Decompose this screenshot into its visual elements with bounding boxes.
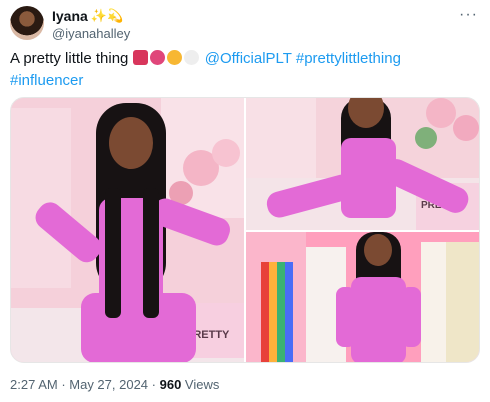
mention-link[interactable]: @OfficialPLT [205, 50, 292, 67]
ribbon-icon [149, 50, 165, 65]
sparkle-icon: ✨💫 [90, 8, 124, 23]
tweet-body: A pretty little thing [10, 50, 129, 67]
footer-separator: · [148, 377, 160, 392]
photo-woman-standing-pink-closet-icon [246, 232, 479, 362]
author-display-name[interactable]: Iyana [52, 8, 88, 24]
hashtag-link[interactable]: #prettylittlething [296, 50, 401, 67]
tweet-time[interactable]: 2:27 AM [10, 377, 58, 392]
photo-woman-closeup-pink-outfit-icon: PRETT [246, 98, 479, 230]
white-heart-icon [183, 50, 199, 65]
photo-woman-seated-pink-outfit-icon: PRETTY [11, 98, 244, 362]
views-label: Views [181, 377, 220, 392]
more-options-icon[interactable]: ··· [459, 6, 478, 24]
tweet-footer: 2:27 AM · May 27, 2024 · 960 Views [10, 377, 219, 392]
media-image-1[interactable]: PRETTY [11, 98, 244, 362]
smiling-face-with-hearts-icon [166, 50, 182, 65]
hashtag-link[interactable]: #influencer [10, 72, 83, 89]
footer-separator: · [57, 377, 70, 392]
views-count: 960 [159, 377, 182, 392]
tweet-text: A pretty little thing @OfficialPLT #pret… [10, 48, 475, 92]
tweet-date[interactable]: May 27, 2024 [69, 377, 148, 392]
shopping-bags-icon [132, 50, 148, 65]
media-image-2[interactable]: PRETT [246, 98, 479, 230]
media-grid: PRETTY PRETT [10, 97, 480, 363]
tweet-header: Iyana ✨💫 @iyanahalley ··· [10, 6, 480, 42]
media-image-3[interactable] [246, 232, 479, 362]
avatar[interactable] [10, 6, 44, 40]
author-handle[interactable]: @iyanahalley [52, 26, 130, 41]
author-name-row[interactable]: Iyana ✨💫 [52, 8, 123, 24]
